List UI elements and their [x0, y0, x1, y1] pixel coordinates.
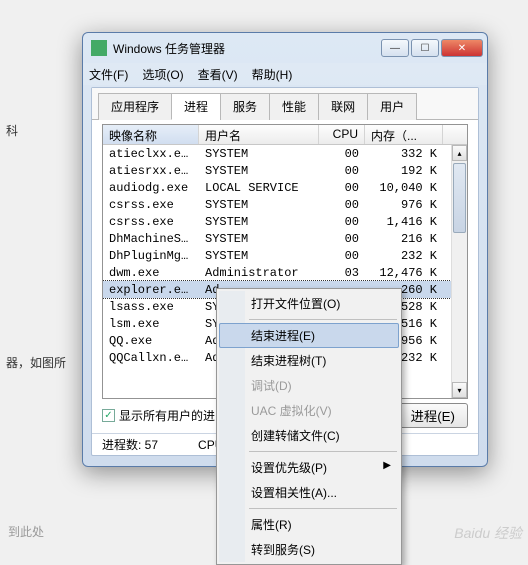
- submenu-arrow-icon: ▶: [383, 460, 391, 471]
- bg-text: 科: [6, 122, 18, 139]
- menu-item: UAC 虚拟化(V): [219, 398, 399, 423]
- menu-item[interactable]: 打开文件位置(O): [219, 291, 399, 316]
- cell-cpu: 00: [319, 164, 365, 178]
- tabs: 应用程序 进程 服务 性能 联网 用户: [92, 88, 478, 120]
- cell-user: SYSTEM: [199, 249, 319, 263]
- table-header: 映像名称 用户名 CPU 内存（...: [103, 125, 467, 145]
- cell-mem: 192 K: [365, 164, 443, 178]
- cell-cpu: 00: [319, 215, 365, 229]
- bg-text: 器，如图所: [6, 354, 66, 371]
- cell-mem: 232 K: [365, 249, 443, 263]
- table-row[interactable]: DhMachineS...SYSTEM00216 K: [103, 230, 467, 247]
- cell-cpu: 00: [319, 249, 365, 263]
- table-row[interactable]: atiesrxx.exeSYSTEM00192 K: [103, 162, 467, 179]
- menu-item[interactable]: 结束进程树(T): [219, 348, 399, 373]
- cell-user: SYSTEM: [199, 232, 319, 246]
- cell-cpu: 00: [319, 232, 365, 246]
- close-button[interactable]: ✕: [441, 39, 483, 57]
- context-menu: 打开文件位置(O) 结束进程(E)结束进程树(T)调试(D)UAC 虚拟化(V)创…: [216, 288, 402, 565]
- cell-name: atieclxx.exe: [103, 147, 199, 161]
- menubar: 文件(F) 选项(O) 查看(V) 帮助(H): [83, 63, 487, 85]
- tab-processes[interactable]: 进程: [171, 93, 221, 120]
- cell-name: atiesrxx.exe: [103, 164, 199, 178]
- tab-applications[interactable]: 应用程序: [98, 93, 172, 120]
- cell-user: Administrator: [199, 266, 319, 280]
- cell-mem: 332 K: [365, 147, 443, 161]
- cell-cpu: 00: [319, 198, 365, 212]
- menu-separator: [249, 451, 397, 452]
- window-title: Windows 任务管理器: [113, 40, 381, 57]
- cell-user: SYSTEM: [199, 147, 319, 161]
- show-all-checkbox[interactable]: ✓: [102, 409, 115, 422]
- bg-text: 到此处: [8, 523, 44, 540]
- col-cpu[interactable]: CPU: [319, 125, 365, 144]
- cell-name: DhPluginMg...: [103, 249, 199, 263]
- scroll-down-button[interactable]: ▾: [452, 382, 467, 398]
- cell-name: DhMachineS...: [103, 232, 199, 246]
- cell-user: SYSTEM: [199, 215, 319, 229]
- scroll-thumb[interactable]: [453, 163, 466, 233]
- app-icon: [91, 40, 107, 56]
- menu-file[interactable]: 文件(F): [89, 66, 128, 83]
- cell-name: QQCallxn.exe: [103, 351, 199, 365]
- table-row[interactable]: audiodg.exeLOCAL SERVICE0010,040 K: [103, 179, 467, 196]
- cell-mem: 216 K: [365, 232, 443, 246]
- cell-name: csrss.exe: [103, 198, 199, 212]
- cell-name: explorer.exe: [103, 283, 199, 297]
- table-row[interactable]: DhPluginMg...SYSTEM00232 K: [103, 247, 467, 264]
- titlebar[interactable]: Windows 任务管理器 — ☐ ✕: [83, 33, 487, 63]
- tab-network[interactable]: 联网: [318, 93, 368, 120]
- cell-mem: 12,476 K: [365, 266, 443, 280]
- cell-name: csrss.exe: [103, 215, 199, 229]
- cell-cpu: 00: [319, 181, 365, 195]
- scroll-up-button[interactable]: ▴: [452, 145, 467, 161]
- menu-item[interactable]: 属性(R): [219, 512, 399, 537]
- menu-item: 调试(D): [219, 373, 399, 398]
- cell-user: SYSTEM: [199, 164, 319, 178]
- tab-users[interactable]: 用户: [367, 93, 417, 120]
- cell-name: dwm.exe: [103, 266, 199, 280]
- cell-cpu: 03: [319, 266, 365, 280]
- menu-separator: [249, 508, 397, 509]
- table-row[interactable]: atieclxx.exeSYSTEM00332 K: [103, 145, 467, 162]
- col-image-name[interactable]: 映像名称: [103, 125, 199, 144]
- cell-cpu: 00: [319, 147, 365, 161]
- show-all-label: 显示所有用户的进: [119, 407, 215, 424]
- menu-item[interactable]: 创建转储文件(C): [219, 423, 399, 448]
- menu-options[interactable]: 选项(O): [142, 66, 183, 83]
- table-row[interactable]: csrss.exeSYSTEM00976 K: [103, 196, 467, 213]
- menu-item[interactable]: 设置相关性(A)...: [219, 480, 399, 505]
- tab-services[interactable]: 服务: [220, 93, 270, 120]
- table-row[interactable]: csrss.exeSYSTEM001,416 K: [103, 213, 467, 230]
- cell-name: QQ.exe: [103, 334, 199, 348]
- watermark: Baidu 经验: [454, 523, 522, 543]
- cell-name: audiodg.exe: [103, 181, 199, 195]
- cell-mem: 1,416 K: [365, 215, 443, 229]
- col-memory[interactable]: 内存（...: [365, 125, 443, 144]
- minimize-button[interactable]: —: [381, 39, 409, 57]
- menu-item[interactable]: 结束进程(E): [219, 323, 399, 348]
- table-row[interactable]: dwm.exeAdministrator0312,476 K: [103, 264, 467, 281]
- cell-name: lsm.exe: [103, 317, 199, 331]
- menu-separator: [249, 319, 397, 320]
- menu-item[interactable]: 设置优先级(P)▶: [219, 455, 399, 480]
- col-user[interactable]: 用户名: [199, 125, 319, 144]
- cell-mem: 10,040 K: [365, 181, 443, 195]
- menu-help[interactable]: 帮助(H): [252, 66, 293, 83]
- menu-view[interactable]: 查看(V): [198, 66, 238, 83]
- scrollbar[interactable]: ▴ ▾: [451, 145, 467, 398]
- maximize-button[interactable]: ☐: [411, 39, 439, 57]
- window-controls: — ☐ ✕: [381, 39, 483, 57]
- end-process-button[interactable]: 进程(E): [398, 403, 468, 428]
- menu-item[interactable]: 转到服务(S): [219, 537, 399, 562]
- cell-user: SYSTEM: [199, 198, 319, 212]
- tab-performance[interactable]: 性能: [269, 93, 319, 120]
- status-processes: 进程数: 57: [102, 436, 158, 453]
- cell-mem: 976 K: [365, 198, 443, 212]
- cell-user: LOCAL SERVICE: [199, 181, 319, 195]
- cell-name: lsass.exe: [103, 300, 199, 314]
